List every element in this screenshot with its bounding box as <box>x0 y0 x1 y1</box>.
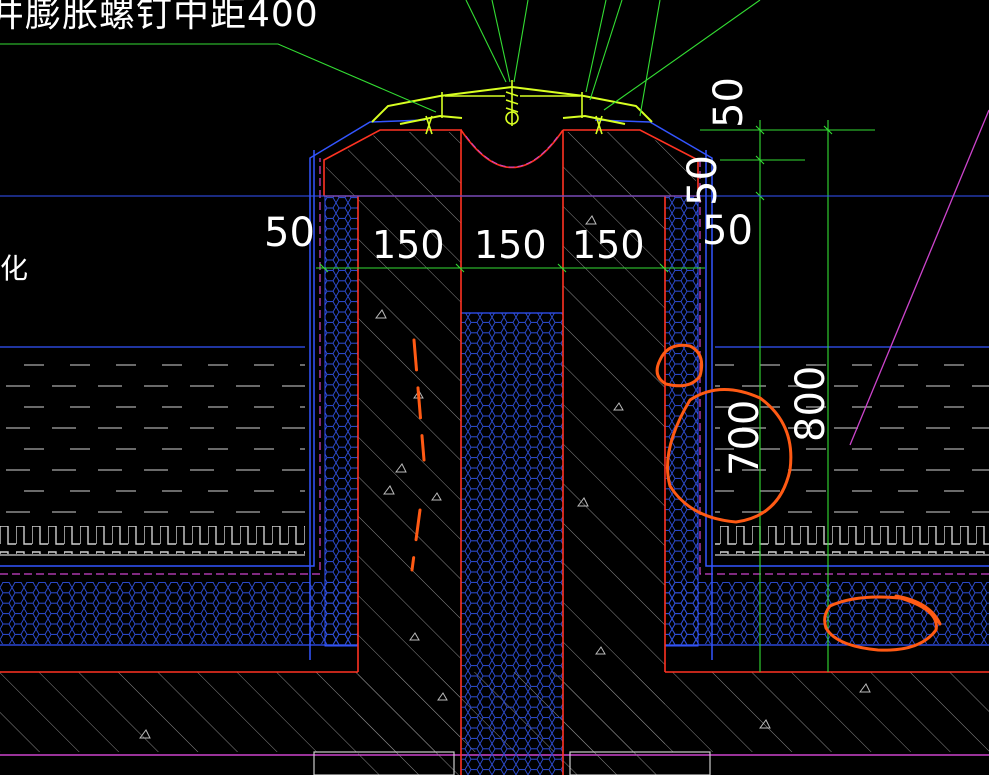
left-side-insulation <box>324 195 359 647</box>
dim-800: 800 <box>788 366 834 442</box>
dim-50-right: 50 <box>702 208 753 254</box>
cad-section-drawing: 井膨胀螺钉中距400 化 50 150 150 150 50 50 50 700… <box>0 0 989 775</box>
cap-left-hatch <box>326 132 461 196</box>
dim-150-b: 150 <box>474 223 547 267</box>
left-insulation-band <box>0 582 358 644</box>
dim-700: 700 <box>722 400 768 476</box>
right-side-insulation <box>664 195 699 647</box>
dim-50-top: 50 <box>706 77 752 128</box>
right-concrete-core <box>563 196 665 775</box>
dim-50-left: 50 <box>264 210 315 256</box>
gutter-arc <box>460 129 564 169</box>
gutter-arc-inner <box>465 135 559 168</box>
left-drain-board <box>0 526 305 554</box>
dim-150-c: 150 <box>572 223 645 267</box>
dim-150-a: 150 <box>372 223 445 267</box>
left-concrete-core <box>358 196 461 775</box>
side-text: 化 <box>0 252 28 285</box>
center-insulation <box>461 313 563 775</box>
left-soil-dash <box>0 348 305 526</box>
dim-50-mid: 50 <box>680 155 726 206</box>
cap-right-hatch <box>563 132 696 196</box>
right-drain-board <box>715 526 989 554</box>
note-text: 井膨胀螺钉中距400 <box>0 0 319 35</box>
